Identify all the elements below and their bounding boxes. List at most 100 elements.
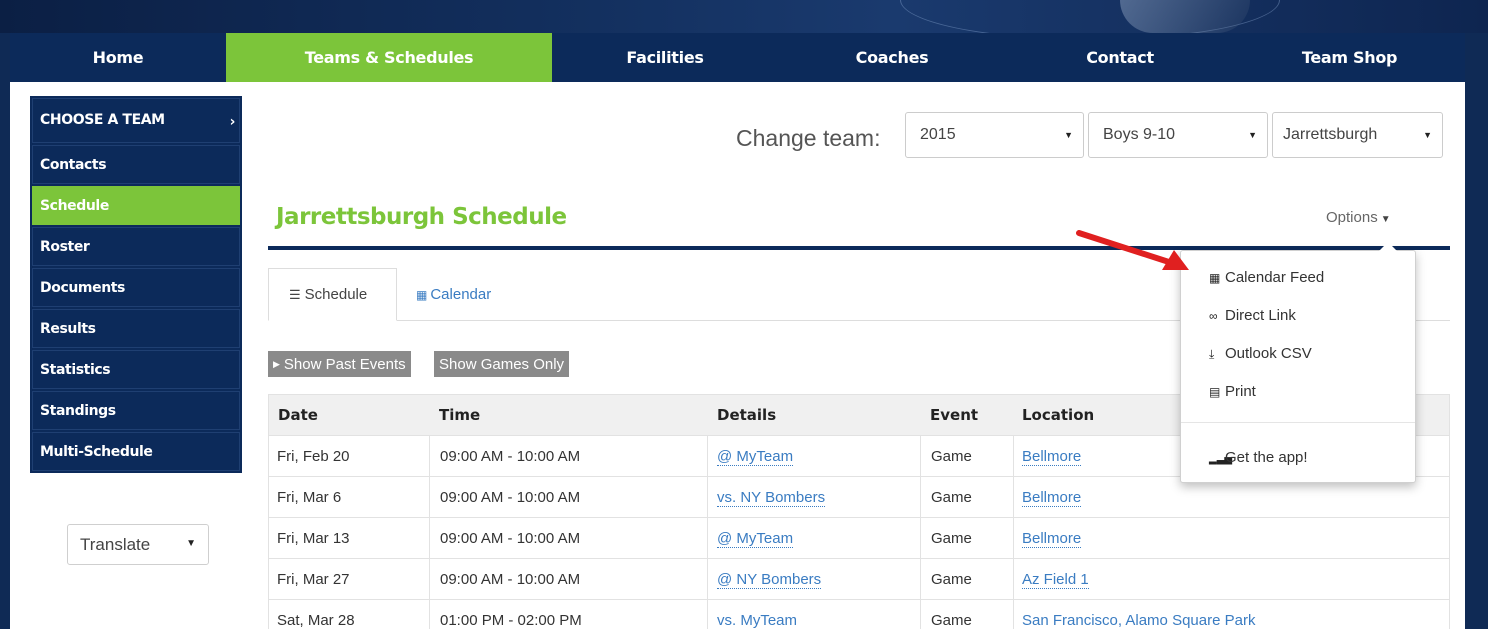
show-past-events-button[interactable]: ▶ Show Past Events	[268, 351, 411, 377]
sidebar-item-label: Roster	[40, 238, 90, 255]
triangle-right-icon: ▶	[273, 358, 280, 369]
cell-time: 01:00 PM - 02:00 PM	[429, 600, 707, 629]
header-date: Date	[278, 406, 318, 424]
nav-contact[interactable]: Contact	[1006, 33, 1234, 82]
tab-calendar[interactable]: ▦ Calendar	[416, 268, 491, 321]
calendar-icon: ▦	[1209, 271, 1221, 285]
caret-down-icon: ▼	[186, 538, 196, 549]
menu-divider	[1181, 422, 1415, 423]
cell-details: @ NY Bombers	[707, 559, 920, 600]
sidebar-item-statistics[interactable]: Statistics	[32, 350, 240, 389]
header-banner	[0, 0, 1488, 40]
details-link[interactable]: vs. MyTeam	[717, 612, 798, 629]
sidebar-item-label: Results	[40, 320, 96, 337]
menu-item-print[interactable]: ▤ Print	[1209, 383, 1256, 400]
team-select[interactable]: Jarrettsburgh ▼	[1272, 112, 1443, 158]
main-nav: Home Teams & Schedules Facilities Coache…	[10, 33, 1465, 82]
nav-coaches[interactable]: Coaches	[778, 33, 1006, 82]
tab-label: Calendar	[430, 286, 492, 303]
sidebar-item-label: Documents	[40, 279, 125, 296]
division-value: Boys 9-10	[1103, 126, 1176, 143]
cell-location: Bellmore	[1013, 477, 1451, 518]
sidebar-item-label: Multi-Schedule	[40, 443, 153, 460]
download-icon: ⤓	[1209, 347, 1215, 361]
cell-date: Fri, Mar 6	[277, 489, 342, 506]
cell-date: Fri, Mar 27	[277, 571, 350, 588]
translate-select[interactable]: Translate ▼	[67, 524, 209, 565]
sidebar-item-roster[interactable]: Roster	[32, 227, 240, 266]
sidebar: CHOOSE A TEAM › Contacts Schedule Roster…	[30, 96, 242, 473]
details-link[interactable]: @ MyTeam	[717, 448, 794, 466]
nav-teams-schedules[interactable]: Teams & Schedules	[226, 33, 552, 82]
nav-facilities[interactable]: Facilities	[552, 33, 778, 82]
tab-schedule[interactable]: ☰ Schedule	[268, 268, 397, 321]
table-row: Fri, Mar 13 09:00 AM - 10:00 AM @ MyTeam…	[268, 518, 1450, 559]
header-event: Event	[930, 406, 979, 424]
cell-details: @ MyTeam	[707, 518, 920, 559]
link-icon: ∞	[1209, 309, 1218, 323]
tab-label: Schedule	[304, 286, 368, 303]
arrow-shaft	[1076, 230, 1175, 266]
show-games-only-button[interactable]: Show Games Only	[434, 351, 570, 377]
menu-item-direct-link[interactable]: ∞ Direct Link	[1209, 307, 1296, 324]
nav-team-shop[interactable]: Team Shop	[1234, 33, 1465, 82]
table-row: Fri, Mar 27 09:00 AM - 10:00 AM @ NY Bom…	[268, 559, 1450, 600]
sidebar-item-documents[interactable]: Documents	[32, 268, 240, 307]
cell-event: Game	[920, 600, 1013, 629]
location-link[interactable]: Az Field 1	[1022, 571, 1089, 589]
sidebar-item-multi-schedule[interactable]: Multi-Schedule	[32, 432, 240, 471]
signal-icon: ▂▃▅	[1209, 454, 1233, 465]
cell-event: Game	[920, 518, 1013, 559]
location-link[interactable]: Bellmore	[1022, 530, 1082, 548]
print-icon: ▤	[1209, 385, 1221, 399]
cell-time: 09:00 AM - 10:00 AM	[429, 436, 707, 477]
cell-event: Game	[920, 477, 1013, 518]
cell-details: vs. MyTeam	[707, 600, 920, 629]
location-link[interactable]: Bellmore	[1022, 448, 1082, 466]
nav-home[interactable]: Home	[10, 33, 226, 82]
header-time: Time	[439, 406, 481, 424]
cell-location: San Francisco, Alamo Square Park	[1013, 600, 1451, 629]
sidebar-item-label: Statistics	[40, 361, 111, 378]
options-label: Options	[1326, 209, 1378, 226]
options-button[interactable]: Options ▼	[1326, 209, 1391, 226]
details-link[interactable]: @ MyTeam	[717, 530, 794, 548]
dropdown-notch	[1379, 242, 1397, 251]
cell-event: Game	[920, 436, 1013, 477]
year-value: 2015	[920, 126, 956, 143]
menu-item-label: Calendar Feed	[1225, 269, 1325, 286]
page-title: Jarrettsburgh Schedule	[276, 204, 567, 230]
location-link[interactable]: San Francisco, Alamo Square Park	[1022, 612, 1256, 629]
menu-item-label: Outlook CSV	[1225, 345, 1312, 362]
cell-time: 09:00 AM - 10:00 AM	[429, 477, 707, 518]
options-dropdown-menu: ▦ Calendar Feed ∞ Direct Link ⤓ Outlook CSV…	[1180, 242, 1416, 483]
cell-date: Fri, Feb 20	[277, 448, 350, 465]
calendar-icon: ▦	[416, 287, 428, 302]
cell-details: vs. NY Bombers	[707, 477, 920, 518]
cell-date: Sat, Mar 28	[277, 612, 355, 629]
sidebar-item-contacts[interactable]: Contacts	[32, 145, 240, 184]
sidebar-item-choose-team[interactable]: CHOOSE A TEAM ›	[32, 98, 240, 143]
team-value: Jarrettsburgh	[1283, 126, 1378, 143]
sidebar-item-standings[interactable]: Standings	[32, 391, 240, 430]
caret-down-icon: ▼	[1380, 214, 1391, 225]
sidebar-item-label: Contacts	[40, 156, 107, 173]
translate-label: Translate	[80, 534, 151, 554]
content-area: CHOOSE A TEAM › Contacts Schedule Roster…	[10, 82, 1465, 629]
table-row: Fri, Mar 6 09:00 AM - 10:00 AM vs. NY Bo…	[268, 477, 1450, 518]
menu-item-get-app[interactable]: ▂▃▅Get the app!	[1209, 449, 1308, 466]
details-link[interactable]: vs. NY Bombers	[717, 489, 826, 507]
location-link[interactable]: Bellmore	[1022, 489, 1082, 507]
menu-item-calendar-feed[interactable]: ▦ Calendar Feed	[1209, 269, 1324, 286]
sidebar-item-label: Standings	[40, 402, 116, 419]
menu-item-label: Get the app!	[1225, 449, 1308, 466]
sidebar-item-schedule[interactable]: Schedule	[32, 186, 240, 225]
year-select[interactable]: 2015 ▼	[905, 112, 1084, 158]
menu-item-outlook-csv[interactable]: ⤓ Outlook CSV	[1209, 345, 1312, 362]
show-games-label: Show Games Only	[439, 355, 565, 373]
division-select[interactable]: Boys 9-10 ▼	[1088, 112, 1268, 158]
details-link[interactable]: @ NY Bombers	[717, 571, 822, 589]
sidebar-item-results[interactable]: Results	[32, 309, 240, 348]
caret-down-icon: ▼	[1423, 130, 1432, 140]
cell-location: Bellmore	[1013, 518, 1451, 559]
